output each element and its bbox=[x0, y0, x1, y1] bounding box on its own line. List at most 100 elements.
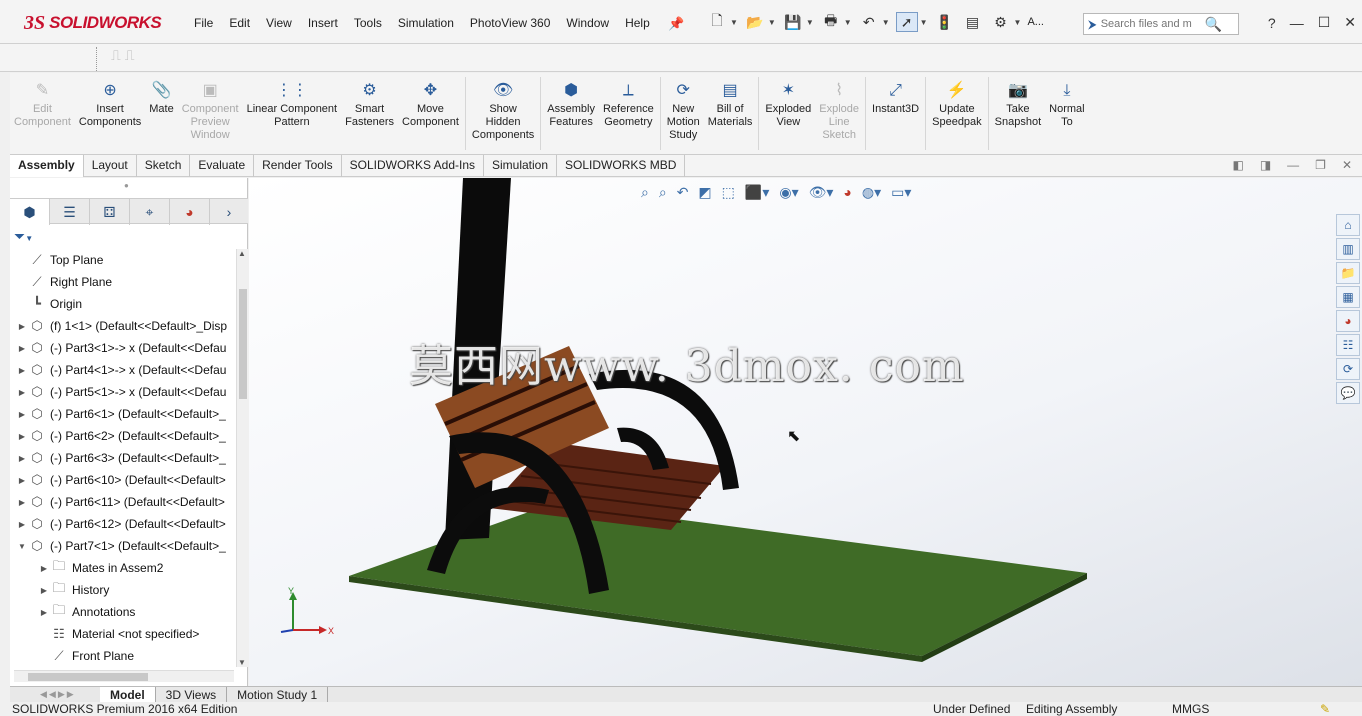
display-manager-tab-icon[interactable]: ◕ bbox=[170, 199, 210, 225]
new-document-icon[interactable]: 🗋 bbox=[706, 12, 728, 32]
viewport-close-icon[interactable]: ✕ bbox=[1342, 158, 1352, 172]
chevron-down-icon[interactable]: ▼ bbox=[882, 18, 890, 27]
command-explode-line-sketch[interactable]: ⌇ Explode Line Sketch bbox=[815, 73, 863, 154]
panel-more-chevron-icon[interactable]: › bbox=[210, 199, 248, 225]
rebuild-icon[interactable]: 🚦 bbox=[934, 12, 956, 32]
minimize-icon[interactable]: — bbox=[1290, 15, 1304, 31]
chevron-down-icon[interactable]: ▼ bbox=[730, 18, 738, 27]
chevron-down-icon[interactable]: ▼ bbox=[806, 18, 814, 27]
configuration-manager-tab-icon[interactable]: ⚃ bbox=[90, 199, 130, 225]
tab-scroll-arrows-icon[interactable]: ◀◀▶▶ bbox=[10, 687, 100, 702]
command-edit-component[interactable]: ✎ Edit Component bbox=[10, 73, 75, 154]
tree-item[interactable]: ▶ 🗀 Annotations bbox=[10, 601, 236, 623]
bench-assembly-model[interactable] bbox=[249, 178, 1362, 686]
design-library-icon[interactable]: ▥ bbox=[1336, 238, 1360, 260]
menu-insert[interactable]: Insert bbox=[300, 16, 346, 30]
command-assembly-features[interactable]: ⬢ Assembly Features bbox=[543, 73, 599, 154]
feature-manager-tab-icon[interactable]: ⬢ bbox=[10, 199, 50, 225]
expand-arrow-icon[interactable]: ▶ bbox=[38, 608, 50, 617]
search-scope-label[interactable]: A... bbox=[1027, 16, 1044, 28]
toolbar-grip[interactable]: ⎍ ⎍ bbox=[96, 47, 172, 71]
bottom-tab-model[interactable]: Model bbox=[100, 687, 156, 703]
tab-simulation[interactable]: Simulation bbox=[484, 155, 558, 177]
tree-item[interactable]: ▶ ⬡ (-) Part6<2> (Default<<Default>_ bbox=[10, 425, 236, 447]
tree-item[interactable]: ▶ 🗀 History bbox=[10, 579, 236, 601]
tree-vertical-scrollbar[interactable]: ▲ ▼ bbox=[236, 249, 248, 667]
pin-icon[interactable]: 📌 bbox=[668, 16, 684, 32]
panel-collapse-handle[interactable]: ● bbox=[124, 181, 129, 190]
rebuild-status-icon[interactable]: ✎ bbox=[1320, 702, 1330, 716]
viewport-minimize-icon[interactable]: — bbox=[1287, 158, 1299, 172]
appearances-icon[interactable]: ◕ bbox=[1336, 310, 1360, 332]
expand-arrow-icon[interactable]: ▶ bbox=[16, 366, 28, 375]
command-speedpak[interactable]: ⚡ Update Speedpak bbox=[928, 73, 986, 154]
undo-icon[interactable]: ↶ bbox=[858, 12, 880, 32]
scroll-thumb[interactable] bbox=[239, 289, 247, 399]
tab-evaluate[interactable]: Evaluate bbox=[190, 155, 255, 177]
search-icon[interactable]: 🔍 bbox=[1205, 16, 1222, 33]
tree-item[interactable]: ▶ ⬡ (-) Part3<1>-> x (Default<<Defau bbox=[10, 337, 236, 359]
collapse-arrow-icon[interactable]: ▼ bbox=[16, 542, 28, 551]
search-scope-icon[interactable]: ⮞ bbox=[1088, 17, 1097, 32]
tab-solidworks-add-ins[interactable]: SOLIDWORKS Add-Ins bbox=[342, 155, 484, 177]
menu-simulation[interactable]: Simulation bbox=[390, 16, 462, 30]
expand-arrow-icon[interactable]: ▶ bbox=[16, 454, 28, 463]
print-icon[interactable]: 🖶 bbox=[820, 12, 842, 32]
expand-arrow-icon[interactable]: ▶ bbox=[38, 586, 50, 595]
command-component-preview[interactable]: ▣ Component Preview Window bbox=[178, 73, 243, 154]
filter-icon[interactable]: ⏷▼ bbox=[14, 228, 33, 245]
command-linear-pattern[interactable]: ⋮⋮ Linear Component Pattern bbox=[243, 73, 342, 154]
command-camera[interactable]: 📷 Take Snapshot bbox=[991, 73, 1045, 154]
search-box[interactable]: ⮞ 🔍 bbox=[1083, 13, 1239, 35]
solidworks-resources-icon[interactable]: ⌂ bbox=[1336, 214, 1360, 236]
status-units[interactable]: MMGS bbox=[1172, 702, 1209, 716]
solidworks-logo[interactable]: 3S SOLIDWORKS bbox=[24, 8, 162, 38]
select-arrow-icon[interactable]: ➚ bbox=[895, 12, 918, 32]
tree-item[interactable]: ▶ ⬡ (-) Part6<11> (Default<<Default> bbox=[10, 491, 236, 513]
tree-item[interactable]: ▶ ⬡ (-) Part6<3> (Default<<Default>_ bbox=[10, 447, 236, 469]
tree-item[interactable]: ⟋ Front Plane bbox=[10, 645, 236, 667]
command-move-component[interactable]: ✥ Move Component bbox=[398, 73, 463, 154]
expand-arrow-icon[interactable]: ▶ bbox=[16, 520, 28, 529]
close-icon[interactable]: ✕ bbox=[1344, 14, 1356, 31]
expand-arrow-icon[interactable]: ▶ bbox=[16, 432, 28, 441]
command-motion-study[interactable]: ⟳ New Motion Study bbox=[663, 73, 704, 154]
menu-photoview-360[interactable]: PhotoView 360 bbox=[462, 16, 559, 30]
chevron-down-icon[interactable]: ▼ bbox=[1014, 18, 1022, 27]
menu-tools[interactable]: Tools bbox=[346, 16, 390, 30]
tree-item[interactable]: ▶ ⬡ (-) Part6<10> (Default<<Default> bbox=[10, 469, 236, 491]
tree-item[interactable]: ▶ ⬡ (f) 1<1> (Default<<Default>_Disp bbox=[10, 315, 236, 337]
expand-arrow-icon[interactable]: ▶ bbox=[16, 388, 28, 397]
options-gear-icon[interactable]: ⚙ bbox=[990, 12, 1012, 32]
expand-arrow-icon[interactable]: ▶ bbox=[16, 344, 28, 353]
view-palette-icon[interactable]: ▦ bbox=[1336, 286, 1360, 308]
viewport-restore-icon[interactable]: ❐ bbox=[1315, 158, 1326, 172]
chevron-down-icon[interactable]: ▼ bbox=[844, 18, 852, 27]
tab-layout[interactable]: Layout bbox=[84, 155, 137, 177]
bottom-tab-3d-views[interactable]: 3D Views bbox=[156, 687, 228, 703]
expand-arrow-icon[interactable]: ▶ bbox=[16, 476, 28, 485]
tree-item[interactable]: ▶ ⬡ (-) Part6<12> (Default<<Default> bbox=[10, 513, 236, 535]
dimxpert-manager-tab-icon[interactable]: ⌖ bbox=[130, 199, 170, 225]
tab-assembly[interactable]: Assembly bbox=[10, 155, 84, 177]
chat-icon[interactable]: 💬 bbox=[1336, 382, 1360, 404]
chevron-down-icon[interactable]: ▼ bbox=[920, 18, 928, 27]
tree-item[interactable]: ▶ 🗀 Mates in Assem2 bbox=[10, 557, 236, 579]
search-input[interactable] bbox=[1100, 18, 1201, 30]
tree-item[interactable]: ⟋ Right Plane bbox=[10, 271, 236, 293]
menu-window[interactable]: Window bbox=[558, 16, 617, 30]
chevron-down-icon[interactable]: ▼ bbox=[768, 18, 776, 27]
menu-edit[interactable]: Edit bbox=[221, 16, 258, 30]
open-folder-icon[interactable]: 📂 bbox=[744, 12, 766, 32]
tab-render-tools[interactable]: Render Tools bbox=[254, 155, 342, 177]
menu-file[interactable]: File bbox=[186, 16, 221, 30]
tree-item[interactable]: ┗ Origin bbox=[10, 293, 236, 315]
command-reference-geometry[interactable]: ⟂ Reference Geometry bbox=[599, 73, 658, 154]
command-instant3d[interactable]: ⤢ Instant3D bbox=[868, 73, 923, 154]
tree-horizontal-scrollbar[interactable] bbox=[14, 670, 234, 682]
tree-item[interactable]: ☷ Material <not specified> bbox=[10, 623, 236, 645]
tab-solidworks-mbd[interactable]: SOLIDWORKS MBD bbox=[557, 155, 686, 177]
expand-arrow-icon[interactable]: ▶ bbox=[16, 498, 28, 507]
scroll-down-icon[interactable]: ▼ bbox=[238, 658, 246, 667]
menu-view[interactable]: View bbox=[258, 16, 300, 30]
